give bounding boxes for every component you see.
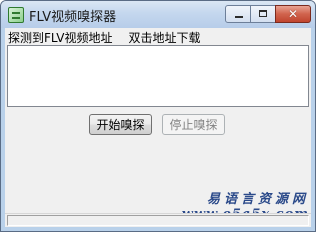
start-sniff-button[interactable]: 开始嗅探 bbox=[89, 114, 152, 135]
minimize-button[interactable] bbox=[225, 5, 251, 23]
maximize-icon bbox=[259, 10, 267, 17]
app-window: FLV视频嗅探器 ✕ 探测到FLV视频地址 双击地址下载 开始嗅探 停止嗅探 易语… bbox=[0, 0, 316, 232]
window-title: FLV视频嗅探器 bbox=[29, 10, 117, 25]
minimize-icon bbox=[235, 16, 243, 18]
close-icon: ✕ bbox=[287, 7, 299, 21]
stop-sniff-button: 停止嗅探 bbox=[162, 114, 225, 135]
status-bar bbox=[5, 213, 311, 227]
hint-detected-label: 探测到FLV视频地址 bbox=[8, 31, 113, 45]
video-url-list[interactable] bbox=[7, 45, 309, 107]
close-button[interactable]: ✕ bbox=[275, 5, 311, 23]
maximize-button[interactable] bbox=[250, 5, 276, 23]
hint-label: 探测到FLV视频地址 双击地址下载 bbox=[8, 29, 201, 46]
client-area: 探测到FLV视频地址双击地址下载 开始嗅探 停止嗅探 易语言资源网 www.e5… bbox=[5, 28, 311, 227]
watermark-site-name: 易语言资源网 bbox=[206, 192, 309, 207]
app-icon[interactable] bbox=[8, 7, 24, 23]
status-field bbox=[7, 215, 309, 226]
hint-doubleclick-label: 双击地址下载 bbox=[128, 31, 201, 45]
title-bar[interactable]: FLV视频嗅探器 ✕ bbox=[1, 1, 315, 28]
